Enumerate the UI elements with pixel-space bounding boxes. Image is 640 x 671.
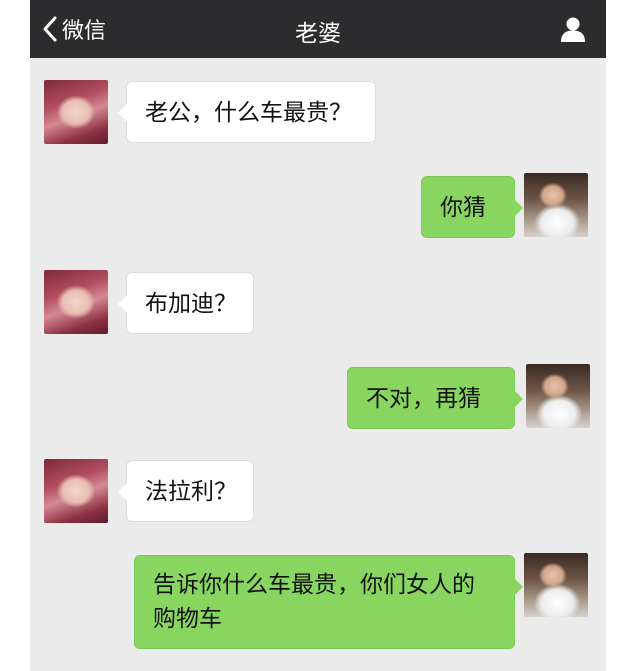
chat-screen: 微信 老婆 老公，什么车最贵？ 你猜 布加迪？ 不对，再猜 法拉利？ 告诉你什么…: [30, 0, 606, 671]
wife-avatar[interactable]: [44, 80, 108, 144]
profile-button[interactable]: [558, 14, 588, 44]
person-icon: [561, 17, 585, 42]
husband-avatar[interactable]: [524, 173, 588, 237]
message-bubble-outgoing[interactable]: 你猜: [421, 176, 523, 238]
message-bubble-incoming[interactable]: 法拉利？: [118, 460, 254, 522]
message-bubble-outgoing[interactable]: 告诉你什么车最贵，你们女人的购物车: [134, 555, 523, 649]
husband-avatar[interactable]: [526, 364, 590, 428]
top-nav-bar: 微信 老婆: [30, 0, 606, 58]
wife-avatar[interactable]: [44, 459, 108, 523]
wife-avatar[interactable]: [44, 270, 108, 334]
message-bubble-outgoing[interactable]: 不对，再猜: [347, 367, 523, 429]
message-bubble-incoming[interactable]: 布加迪？: [118, 272, 254, 334]
message-bubble-incoming[interactable]: 老公，什么车最贵？: [118, 81, 376, 143]
chat-title: 老婆: [295, 21, 341, 47]
husband-avatar[interactable]: [524, 553, 588, 617]
